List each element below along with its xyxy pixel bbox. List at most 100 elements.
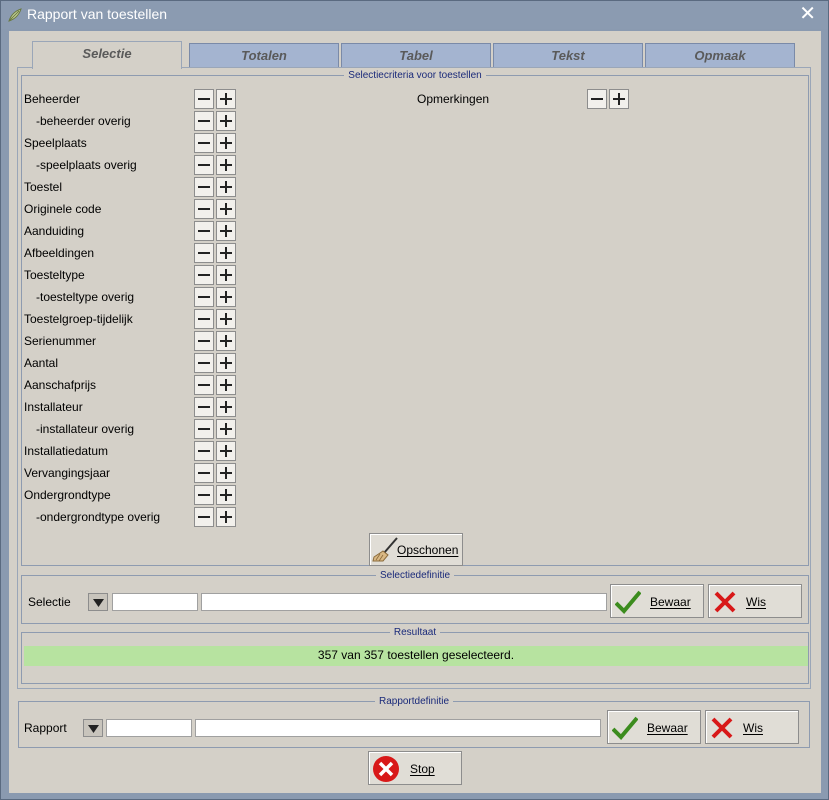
selection-code-input[interactable] (112, 593, 198, 611)
minus-button[interactable] (194, 375, 214, 395)
criteria-label: Ondergrondtype (24, 488, 111, 502)
tab-opmaak[interactable]: Opmaak (645, 43, 795, 68)
minus-icon (198, 186, 210, 188)
tab-totalen[interactable]: Totalen (189, 43, 339, 68)
minus-button[interactable] (194, 221, 214, 241)
minus-button[interactable] (194, 133, 214, 153)
criteria-label: Aanduiding (24, 224, 85, 238)
minus-button[interactable] (194, 441, 214, 461)
plus-button[interactable] (216, 199, 236, 219)
minus-button[interactable] (194, 243, 214, 263)
tab-tabel[interactable]: Tabel (341, 43, 491, 68)
criteria-label: Serienummer (24, 334, 97, 348)
plus-button[interactable] (216, 221, 236, 241)
criteria-label: Aanschafprijs (24, 378, 97, 392)
report-definition-group: Rapportdefinitie Rapport Bewaar Wis (18, 696, 810, 748)
minus-icon (198, 274, 210, 276)
report-code-input[interactable] (106, 719, 192, 737)
plus-button[interactable] (216, 353, 236, 373)
minus-button[interactable] (194, 265, 214, 285)
criteria-label: Vervangingsjaar (24, 466, 111, 480)
minus-button[interactable] (194, 507, 214, 527)
criteria-row: -ondergrondtype overig (22, 507, 802, 529)
minus-button[interactable] (194, 309, 214, 329)
criteria-row: Aanduiding (22, 221, 802, 243)
report-name-input[interactable] (195, 719, 601, 737)
criteria-row: Originele code (22, 199, 802, 221)
selection-save-button[interactable]: Bewaar (610, 584, 704, 618)
minus-icon (198, 340, 210, 342)
selection-clear-button[interactable]: Wis (708, 584, 802, 618)
selection-dropdown-button[interactable] (88, 593, 108, 611)
minus-icon (198, 208, 210, 210)
minus-icon (198, 450, 210, 452)
plus-button[interactable] (216, 111, 236, 131)
minus-icon (198, 406, 210, 408)
criteria-label: -beheerder overig (36, 114, 131, 128)
result-group: Resultaat 357 van 357 toestellen geselec… (21, 627, 809, 684)
plus-button[interactable] (216, 375, 236, 395)
criteria-row: Aantal (22, 353, 802, 375)
plus-button[interactable] (216, 133, 236, 153)
minus-button[interactable] (194, 485, 214, 505)
plus-icon (220, 357, 232, 369)
minus-button[interactable] (587, 89, 607, 109)
clean-button[interactable]: Opschonen (369, 533, 463, 566)
minus-icon (198, 428, 210, 430)
minus-button[interactable] (194, 331, 214, 351)
criteria-label: -toesteltype overig (36, 290, 135, 304)
stop-icon (373, 756, 399, 782)
plus-icon (220, 137, 232, 149)
minus-button[interactable] (194, 199, 214, 219)
stop-button-label: Stop (410, 762, 435, 776)
plus-button[interactable] (609, 89, 629, 109)
criteria-row: Afbeeldingen (22, 243, 802, 265)
minus-button[interactable] (194, 177, 214, 197)
minus-button[interactable] (194, 111, 214, 131)
minus-icon (591, 98, 603, 100)
criteria-row: Toestel (22, 177, 802, 199)
plus-button[interactable] (216, 397, 236, 417)
plus-button[interactable] (216, 243, 236, 263)
plus-button[interactable] (216, 265, 236, 285)
report-dropdown-button[interactable] (83, 719, 103, 737)
report-save-button[interactable]: Bewaar (607, 710, 701, 744)
criteria-row: Installatiedatum (22, 441, 802, 463)
plus-button[interactable] (216, 441, 236, 461)
report-clear-button[interactable]: Wis (705, 710, 799, 744)
window-title: Rapport van toestellen (27, 6, 168, 22)
plus-button[interactable] (216, 309, 236, 329)
criteria-label: Afbeeldingen (24, 246, 95, 260)
plus-icon (220, 379, 232, 391)
plus-icon (220, 291, 232, 303)
selection-name-input[interactable] (201, 593, 607, 611)
red-cross-icon (714, 591, 736, 613)
plus-button[interactable] (216, 507, 236, 527)
minus-button[interactable] (194, 155, 214, 175)
minus-icon (198, 120, 210, 122)
minus-icon (198, 296, 210, 298)
minus-button[interactable] (194, 419, 214, 439)
criteria-label: Installateur (24, 400, 83, 414)
title-bar[interactable]: Rapport van toestellen ✕ (1, 1, 828, 29)
minus-button[interactable] (194, 287, 214, 307)
plus-button[interactable] (216, 419, 236, 439)
plus-button[interactable] (216, 155, 236, 175)
plus-button[interactable] (216, 463, 236, 483)
minus-button[interactable] (194, 353, 214, 373)
minus-button[interactable] (194, 463, 214, 483)
plus-button[interactable] (216, 485, 236, 505)
criteria-row: -toesteltype overig (22, 287, 802, 309)
plus-button[interactable] (216, 177, 236, 197)
plus-button[interactable] (216, 331, 236, 351)
criteria-row: -installateur overig (22, 419, 802, 441)
tab-tekst[interactable]: Tekst (493, 43, 643, 68)
minus-button[interactable] (194, 397, 214, 417)
close-icon[interactable]: ✕ (799, 3, 816, 25)
criteria-row: -beheerder overig (22, 111, 802, 133)
minus-icon (198, 362, 210, 364)
plus-button[interactable] (216, 287, 236, 307)
plus-icon (220, 467, 232, 479)
tab-selectie[interactable]: Selectie (32, 41, 182, 69)
stop-button[interactable]: Stop (368, 751, 462, 785)
